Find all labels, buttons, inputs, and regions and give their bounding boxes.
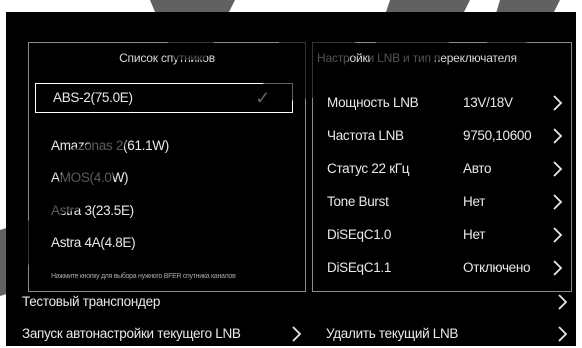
diseqc10-value: Нет xyxy=(463,227,486,242)
delete-lnb-label: Удалить текущий LNB xyxy=(326,326,459,341)
tone-burst-row[interactable]: Tone Burst Нет xyxy=(327,190,565,214)
tone-22khz-row[interactable]: Статус 22 кГц Авто xyxy=(327,157,565,181)
chevron-right-icon[interactable] xyxy=(549,223,565,247)
chevron-right-icon[interactable] xyxy=(554,322,570,346)
satellite-settings-screen: Список спутников ABS-2(75.0E) ✓ Amazonas… xyxy=(6,12,576,346)
diseqc11-row[interactable]: DiSEqC1.1 Отключено xyxy=(327,256,565,280)
chevron-right-icon[interactable] xyxy=(549,256,565,280)
lnb-power-label: Мощность LNB xyxy=(327,95,419,110)
lnb-settings-title: Настройки LNB и тип переключателя xyxy=(317,51,517,65)
test-transponder-row[interactable]: Тестовый транспондер xyxy=(22,290,570,314)
diseqc10-row[interactable]: DiSEqC1.0 Нет xyxy=(327,223,565,247)
autoscan-lnb-row[interactable]: Запуск автонастройки текущего LNB xyxy=(22,322,312,346)
tone-burst-label: Tone Burst xyxy=(327,194,389,209)
chevron-right-icon[interactable] xyxy=(549,190,565,214)
satellite-item-astra4a[interactable]: Astra 4A(4.8E) xyxy=(51,235,136,250)
diseqc10-label: DiSEqC1.0 xyxy=(327,227,392,242)
test-transponder-label: Тестовый транспондер xyxy=(22,294,161,309)
delete-lnb-row[interactable]: Удалить текущий LNB xyxy=(326,322,570,346)
satellite-list-hint: Нажмите кнопку для выбора нужного BFER с… xyxy=(51,273,236,280)
checkmark-icon: ✓ xyxy=(255,88,270,108)
lnb-power-value: 13V/18V xyxy=(463,95,513,110)
satellite-item-label: ABS-2(75.0E) xyxy=(53,90,133,105)
lnb-frequency-row[interactable]: Частота LNB 9750,10600 xyxy=(327,124,565,148)
diseqc11-value: Отключено xyxy=(463,260,531,275)
lnb-power-row[interactable]: Мощность LNB 13V/18V xyxy=(327,91,565,115)
chevron-right-icon[interactable] xyxy=(288,322,304,346)
satellite-item-amazonas2[interactable]: Amazonas 2(61.1W) xyxy=(51,138,169,153)
diseqc11-label: DiSEqC1.1 xyxy=(327,260,392,275)
chevron-right-icon[interactable] xyxy=(549,91,565,115)
chevron-right-icon[interactable] xyxy=(554,290,570,314)
lnb-settings-panel: Настройки LNB и тип переключателя Мощнос… xyxy=(312,42,572,292)
satellite-list-panel: Список спутников ABS-2(75.0E) ✓ Amazonas… xyxy=(28,42,306,292)
chevron-right-icon[interactable] xyxy=(549,157,565,181)
satellite-item-abs2[interactable]: ABS-2(75.0E) ✓ xyxy=(35,83,293,113)
tone-burst-value: Нет xyxy=(463,194,486,209)
lnb-frequency-label: Частота LNB xyxy=(327,128,404,143)
satellite-item-amos[interactable]: AMOS(4.0W) xyxy=(51,170,129,185)
tone-22khz-value: Авто xyxy=(463,161,492,176)
tone-22khz-label: Статус 22 кГц xyxy=(327,161,410,176)
chevron-right-icon[interactable] xyxy=(549,124,565,148)
satellite-item-astra3[interactable]: Astra 3(23.5E) xyxy=(51,203,134,218)
autoscan-lnb-label: Запуск автонастройки текущего LNB xyxy=(22,326,241,341)
lnb-frequency-value: 9750,10600 xyxy=(463,128,532,143)
satellite-list-title: Список спутников xyxy=(119,51,215,65)
